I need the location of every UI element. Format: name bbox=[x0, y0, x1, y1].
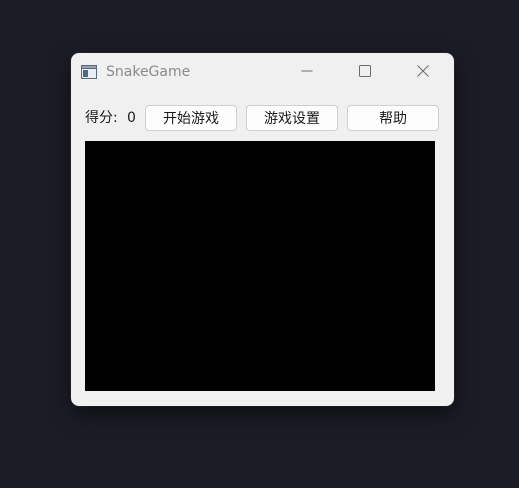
game-settings-button[interactable]: 游戏设置 bbox=[246, 105, 338, 131]
start-game-button[interactable]: 开始游戏 bbox=[145, 105, 237, 131]
score-value: 0 bbox=[127, 110, 136, 126]
game-board[interactable] bbox=[85, 141, 435, 391]
snake-game-window: SnakeGame 得分: 0 开始游戏 游戏设置 帮助 bbox=[71, 53, 454, 406]
maximize-icon bbox=[359, 62, 371, 81]
window-title: SnakeGame bbox=[106, 64, 191, 80]
close-icon bbox=[417, 62, 429, 81]
score-label: 得分: bbox=[85, 110, 118, 126]
help-button[interactable]: 帮助 bbox=[347, 105, 439, 131]
minimize-icon bbox=[301, 62, 313, 81]
game-toolbar: 得分: 0 开始游戏 游戏设置 帮助 bbox=[71, 103, 454, 133]
window-app-icon bbox=[81, 64, 97, 79]
desktop-background: SnakeGame 得分: 0 开始游戏 游戏设置 帮助 bbox=[0, 0, 519, 488]
maximize-button[interactable] bbox=[336, 53, 394, 89]
minimize-button[interactable] bbox=[278, 53, 336, 89]
close-button[interactable] bbox=[394, 53, 452, 89]
title-bar[interactable]: SnakeGame bbox=[71, 53, 454, 91]
